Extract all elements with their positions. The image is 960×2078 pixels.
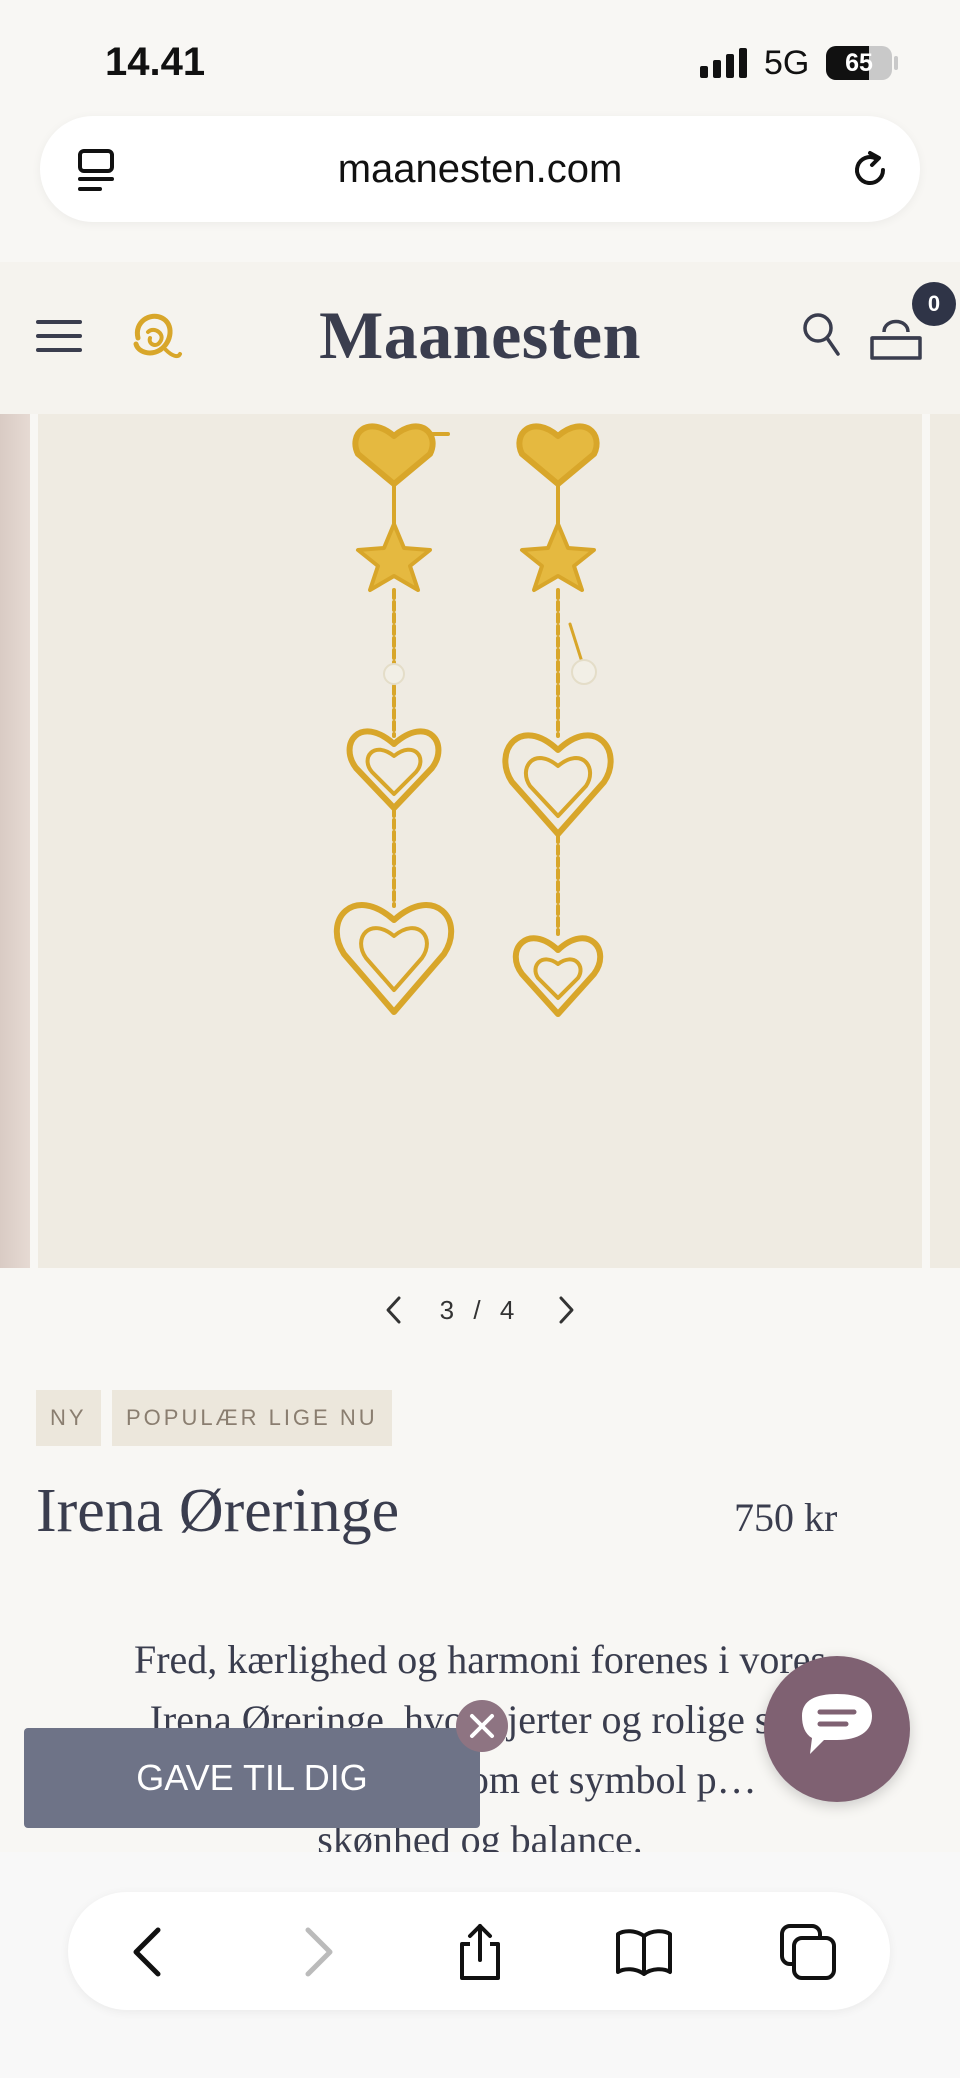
gallery-pager: 3 / 4 <box>0 1290 960 1330</box>
slide-separator: / <box>473 1294 487 1325</box>
tabs-icon[interactable] <box>778 1922 838 1982</box>
url-text[interactable]: maanesten.com <box>40 116 920 222</box>
close-gift-banner-button[interactable] <box>456 1700 508 1752</box>
gift-banner-button[interactable]: GAVE TIL DIG <box>24 1728 480 1828</box>
product-image[interactable] <box>38 414 922 1268</box>
slide-counter: 3 / 4 <box>440 1295 521 1326</box>
forward-icon[interactable] <box>286 1922 346 1982</box>
chat-bubble-icon <box>802 1694 872 1754</box>
previous-slide-peek[interactable] <box>0 414 30 1268</box>
cart-count-badge: 0 <box>912 282 956 326</box>
search-icon[interactable] <box>802 312 842 358</box>
product-title: Irena Øreringe <box>36 1477 400 1545</box>
slide-current: 3 <box>439 1294 461 1325</box>
status-time: 14.41 <box>105 40 206 84</box>
chat-button[interactable] <box>764 1656 910 1802</box>
close-icon <box>470 1714 494 1738</box>
battery-level: 65 <box>845 49 873 77</box>
next-slide-peek[interactable] <box>930 414 960 1268</box>
earrings-illustration <box>333 423 614 1017</box>
battery-tip <box>894 56 898 70</box>
slide-total: 4 <box>499 1294 521 1325</box>
address-bar[interactable]: maanesten.com <box>40 116 920 222</box>
product-price: 750 kr <box>734 1495 838 1540</box>
browser-toolbar <box>68 1892 890 2010</box>
share-icon[interactable] <box>450 1922 510 1982</box>
back-icon[interactable] <box>120 1922 180 1982</box>
battery-icon: 65 <box>826 46 892 80</box>
chevron-left-icon[interactable] <box>384 1295 404 1325</box>
site-header: Maanesten <box>0 262 960 414</box>
bookmarks-icon[interactable] <box>614 1922 674 1982</box>
cart-icon[interactable] <box>868 312 924 362</box>
chevron-right-icon[interactable] <box>556 1295 576 1325</box>
tag-new: NY <box>36 1390 101 1446</box>
signal-icon <box>700 48 747 78</box>
reload-icon[interactable] <box>850 150 890 190</box>
network-label: 5G <box>764 44 810 82</box>
tag-popular: POPULÆR LIGE NU <box>112 1390 392 1446</box>
